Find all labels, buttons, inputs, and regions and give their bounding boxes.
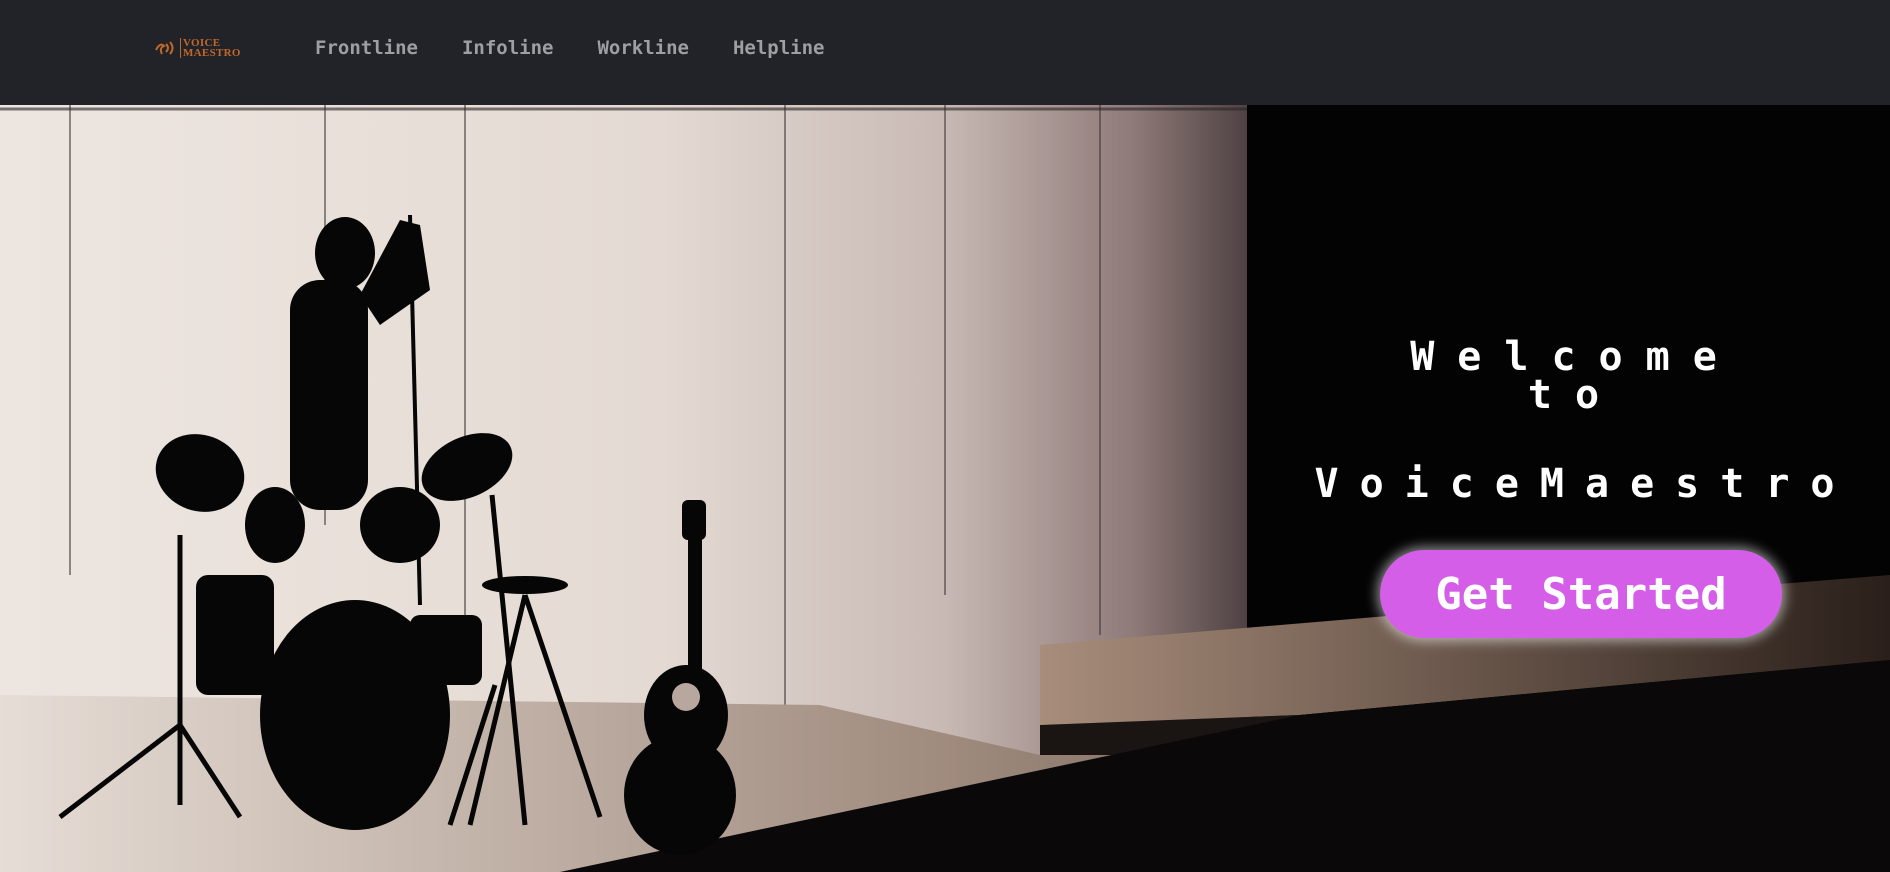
navbar: VOICE MAESTRO Frontline Infoline Worklin… [0, 0, 1890, 105]
hero-section: Welcome to VoiceMaestro Get Started [0, 105, 1890, 872]
hero-title: VoiceMaestro [1314, 461, 1856, 507]
nav-link-helpline[interactable]: Helpline [733, 36, 825, 60]
brand-logo[interactable]: VOICE MAESTRO [153, 34, 248, 62]
brand-wordmark: VOICE MAESTRO [180, 38, 241, 59]
welcome-line2: to [1527, 372, 1623, 418]
nav-link-workline[interactable]: Workline [597, 36, 689, 60]
welcome-line1: Welcome [1410, 334, 1740, 380]
nav-links: Frontline Infoline Workline Helpline [315, 36, 869, 60]
welcome-heading: Welcome to [1290, 334, 1860, 418]
microphone-wave-icon [155, 41, 174, 55]
brand-line2: MAESTRO [183, 47, 241, 59]
get-started-button[interactable]: Get Started [1380, 550, 1782, 638]
nav-link-frontline[interactable]: Frontline [315, 36, 418, 60]
nav-link-infoline[interactable]: Infoline [462, 36, 554, 60]
